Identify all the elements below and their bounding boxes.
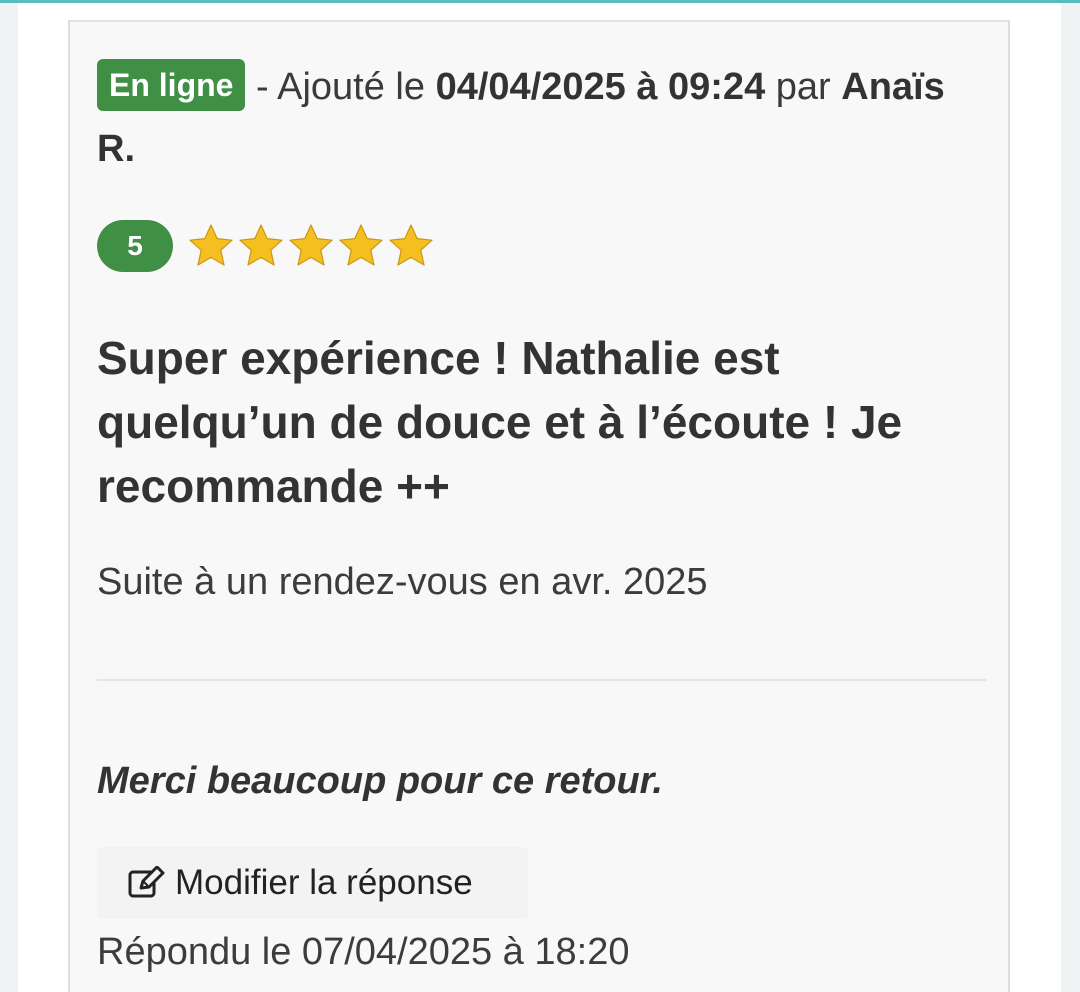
edit-reply-button[interactable]: Modifier la réponse xyxy=(97,847,528,919)
added-prefix: - Ajouté le xyxy=(256,66,426,108)
star-icon xyxy=(339,224,383,266)
divider xyxy=(97,679,986,681)
owner-reply-text: Merci beaucoup pour ce retour. xyxy=(97,760,663,802)
star-rating xyxy=(187,222,437,270)
pencil-square-icon xyxy=(128,866,165,898)
rating-score-badge: 5 xyxy=(97,220,173,272)
star-icon xyxy=(389,224,433,266)
review-meta: En ligne - Ajouté le 04/04/2025 à 09:24 … xyxy=(97,56,977,180)
reply-date: Répondu le 07/04/2025 à 18:20 xyxy=(97,931,630,973)
status-badge: En ligne xyxy=(97,59,246,111)
star-icon xyxy=(239,224,283,266)
rating-row: 5 xyxy=(97,220,437,272)
review-title: Super expérience ! Nathalie est quelqu’u… xyxy=(97,332,903,512)
visit-info: Suite à un rendez-vous en avr. 2025 xyxy=(97,561,708,603)
review-card: En ligne - Ajouté le 04/04/2025 à 09:24 … xyxy=(68,20,1010,992)
star-icon xyxy=(189,224,233,266)
by-word: par xyxy=(775,66,831,108)
star-icon xyxy=(289,224,333,266)
edit-reply-label: Modifier la réponse xyxy=(175,863,473,902)
added-datetime: 04/04/2025 à 09:24 xyxy=(435,66,766,108)
